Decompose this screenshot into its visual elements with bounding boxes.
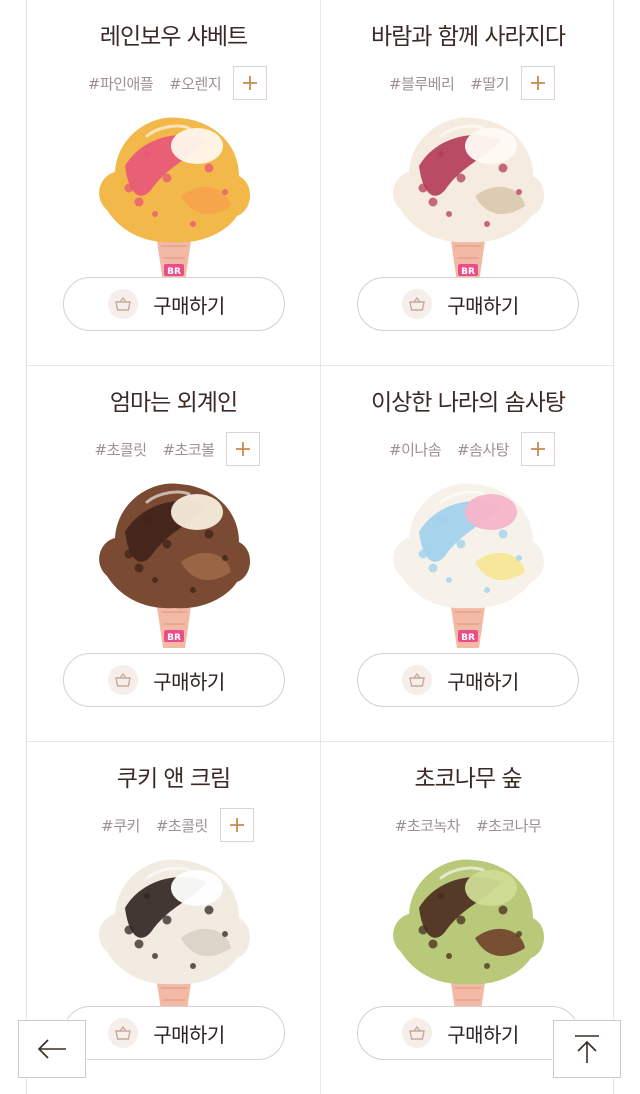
- more-tags-button[interactable]: [226, 432, 261, 466]
- svg-text:BR: BR: [461, 633, 475, 643]
- tag-row: #초코녹차 #초코나무: [387, 808, 550, 842]
- product-name[interactable]: 엄마는 외계인: [110, 386, 238, 420]
- product-name[interactable]: 초코나무 숲: [414, 762, 522, 796]
- arrow-left-icon: [37, 1039, 66, 1059]
- product-card[interactable]: 레인보우 샤베트 #파인애플 #오렌지 BR 구매하기: [27, 0, 321, 366]
- buy-button[interactable]: 구매하기: [63, 1006, 285, 1060]
- basket-icon: [108, 665, 138, 695]
- back-button[interactable]: [18, 1020, 86, 1078]
- product-image[interactable]: BR: [383, 472, 553, 648]
- tag-row: #파인애플 #오렌지: [80, 66, 268, 100]
- basket-icon: [108, 1018, 138, 1048]
- scroll-to-top-button[interactable]: [553, 1020, 621, 1078]
- buy-button-label: 구매하기: [447, 1022, 519, 1047]
- tag[interactable]: #솜사탕: [457, 439, 509, 460]
- buy-button-label: 구매하기: [447, 669, 519, 694]
- product-card[interactable]: 바람과 함께 사라지다 #블루베리 #딸기 BR 구매하기: [321, 0, 615, 366]
- tag[interactable]: #오렌지: [169, 73, 221, 94]
- buy-button-label: 구매하기: [447, 293, 519, 318]
- tag[interactable]: #블루베리: [389, 73, 455, 94]
- ice-cream-scoop-image: BR: [393, 859, 545, 1024]
- svg-text:BR: BR: [461, 267, 475, 277]
- buy-button-label: 구매하기: [153, 669, 225, 694]
- basket-icon: [108, 289, 138, 319]
- basket-icon: [402, 665, 432, 695]
- ice-cream-scoop-image: BR: [98, 859, 250, 1024]
- plus-icon: [229, 818, 244, 832]
- tag[interactable]: #초콜릿: [156, 815, 208, 836]
- product-card[interactable]: 이상한 나라의 솜사탕 #이나솜 #솜사탕 BR 구매하기: [321, 366, 615, 742]
- product-image[interactable]: BR: [89, 472, 259, 648]
- buy-button[interactable]: 구매하기: [357, 1006, 579, 1060]
- svg-text:BR: BR: [167, 633, 181, 643]
- buy-button[interactable]: 구매하기: [63, 277, 285, 331]
- tag[interactable]: #이나솜: [389, 439, 441, 460]
- plus-icon: [530, 76, 545, 90]
- product-name[interactable]: 레인보우 샤베트: [100, 20, 248, 54]
- plus-icon: [236, 442, 251, 456]
- product-image[interactable]: BR: [89, 106, 259, 282]
- product-image[interactable]: BR: [383, 848, 553, 1024]
- tag-row: #초콜릿 #초코볼: [87, 432, 261, 466]
- svg-text:BR: BR: [167, 267, 181, 277]
- buy-button-label: 구매하기: [153, 293, 225, 318]
- tag[interactable]: #초코나무: [476, 815, 542, 836]
- more-tags-button[interactable]: [520, 66, 555, 100]
- buy-button[interactable]: 구매하기: [357, 653, 579, 707]
- tag-row: #쿠키 #초콜릿: [93, 808, 254, 842]
- product-name[interactable]: 이상한 나라의 솜사탕: [371, 386, 566, 420]
- product-card[interactable]: 엄마는 외계인 #초콜릿 #초코볼 BR 구매하기: [27, 366, 321, 742]
- tag[interactable]: #초콜릿: [95, 439, 147, 460]
- product-name[interactable]: 쿠키 앤 크림: [117, 762, 231, 796]
- product-name[interactable]: 바람과 함께 사라지다: [371, 20, 566, 54]
- buy-button-label: 구매하기: [153, 1022, 225, 1047]
- product-grid: 레인보우 샤베트 #파인애플 #오렌지 BR 구매하기 바람과 함께 사라지다 …: [26, 0, 615, 1094]
- more-tags-button[interactable]: [219, 808, 254, 842]
- buy-button[interactable]: 구매하기: [357, 277, 579, 331]
- tag[interactable]: #초코볼: [163, 439, 215, 460]
- basket-icon: [402, 1018, 432, 1048]
- tag[interactable]: #딸기: [470, 73, 509, 94]
- more-tags-button[interactable]: [520, 432, 555, 466]
- ice-cream-scoop-image: BR: [98, 117, 250, 282]
- tag[interactable]: #쿠키: [101, 815, 140, 836]
- plus-icon: [530, 442, 545, 456]
- ice-cream-scoop-image: BR: [98, 483, 250, 648]
- tag[interactable]: #파인애플: [88, 73, 154, 94]
- more-tags-button[interactable]: [233, 66, 268, 100]
- arrow-up-icon: [575, 1035, 599, 1063]
- tag[interactable]: #초코녹차: [395, 815, 461, 836]
- buy-button[interactable]: 구매하기: [63, 653, 285, 707]
- tag-row: #이나솜 #솜사탕: [381, 432, 555, 466]
- product-image[interactable]: BR: [383, 106, 553, 282]
- product-image[interactable]: BR: [89, 848, 259, 1024]
- basket-icon: [402, 289, 432, 319]
- ice-cream-scoop-image: BR: [393, 483, 545, 648]
- tag-row: #블루베리 #딸기: [381, 66, 555, 100]
- plus-icon: [243, 76, 258, 90]
- ice-cream-scoop-image: BR: [393, 117, 545, 282]
